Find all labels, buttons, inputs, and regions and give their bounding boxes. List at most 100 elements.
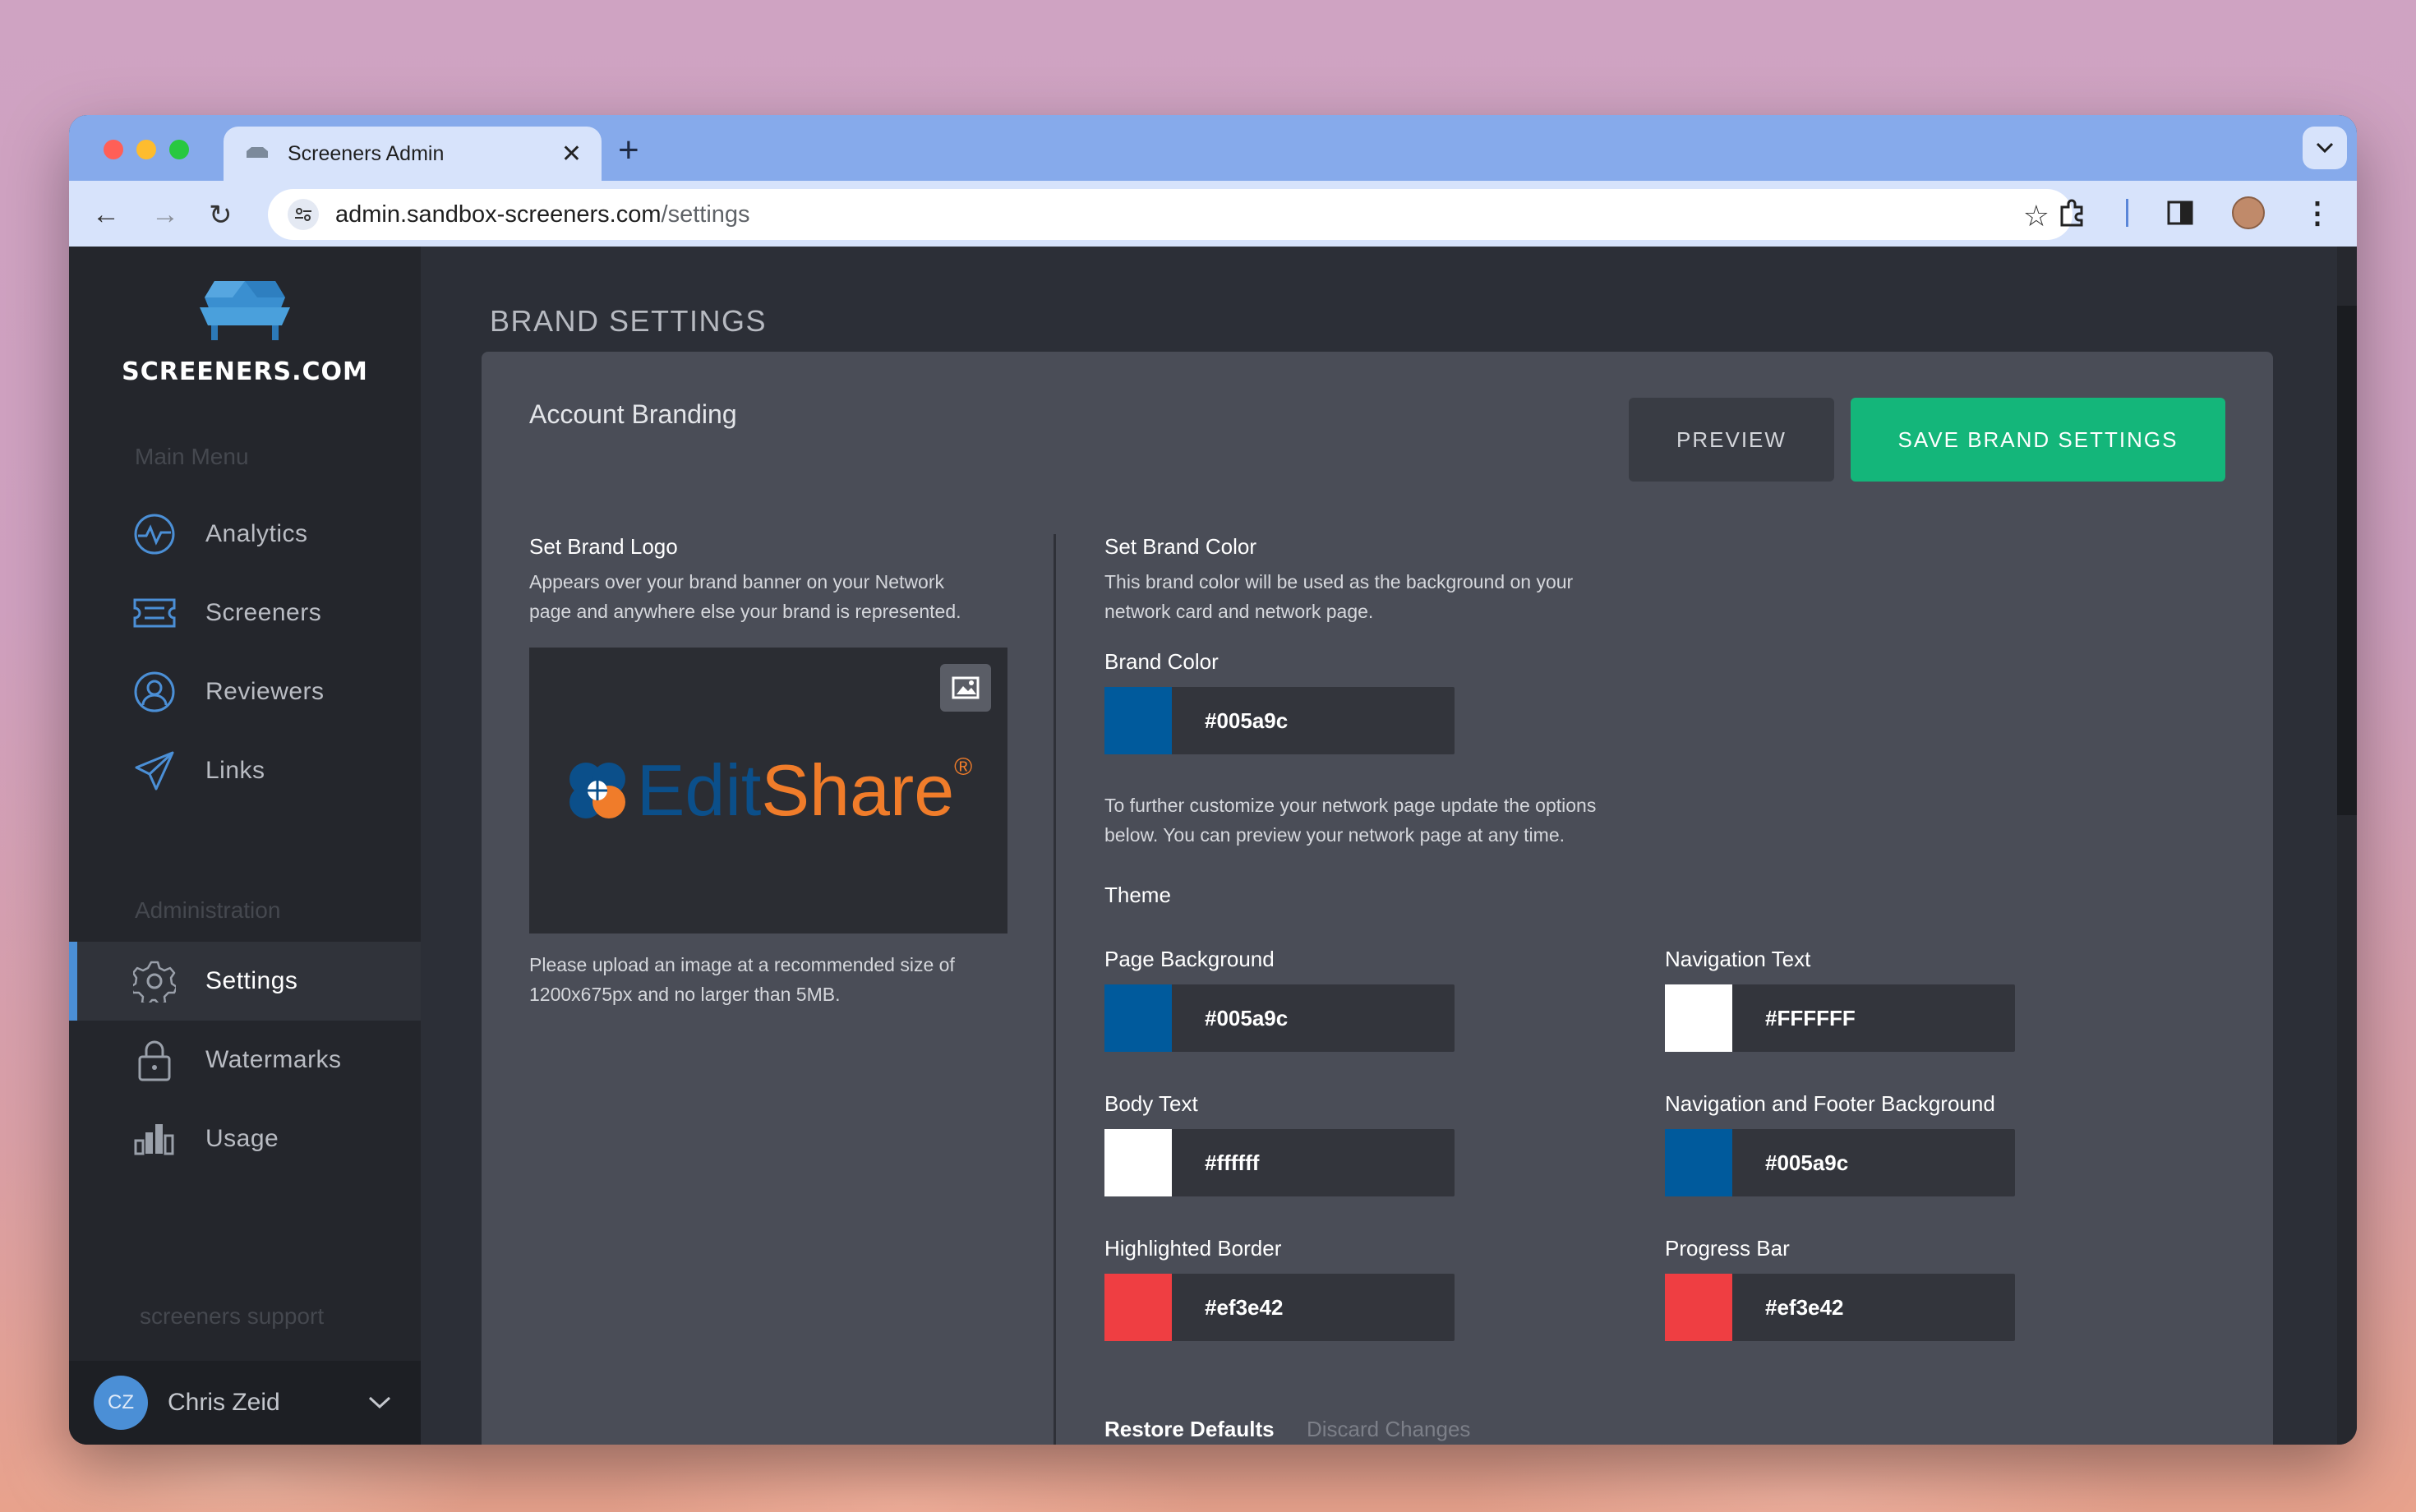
brand-color-swatch[interactable] — [1104, 687, 1172, 754]
sidebar-item-label: Screeners — [205, 599, 322, 626]
new-tab-button[interactable]: + — [618, 130, 639, 171]
description-line: below. You can preview your network page… — [1104, 824, 1565, 846]
brand-name: SCREENERS.COM — [122, 357, 368, 386]
chevron-down-icon[interactable] — [368, 1396, 391, 1409]
progress-bar-swatch[interactable] — [1665, 1274, 1732, 1341]
sidebar-item-label: Links — [205, 757, 265, 784]
url-path: /settings — [661, 201, 750, 228]
sidebar-item-label: Analytics — [205, 520, 308, 547]
highlighted-border-label: Highlighted Border — [1104, 1236, 1282, 1261]
bar-chart-icon — [133, 1118, 176, 1160]
progress-bar-value[interactable]: #ef3e42 — [1765, 1295, 1843, 1321]
maximize-window-button[interactable] — [169, 140, 189, 159]
nav-footer-bg-label: Navigation and Footer Background — [1665, 1091, 1995, 1116]
navigation-text-swatch[interactable] — [1665, 984, 1732, 1052]
upload-image-button[interactable] — [940, 664, 991, 712]
side-panel-icon[interactable] — [2166, 199, 2194, 227]
support-link[interactable]: screeners support — [140, 1303, 324, 1330]
browser-window: Screeners Admin ✕ + ← → ↻ admin.sandbox-… — [69, 115, 2357, 1445]
description-line: To further customize your network page u… — [1104, 795, 1597, 816]
page-background-value[interactable]: #005a9c — [1205, 1006, 1288, 1031]
sidebar-item-watermarks[interactable]: Watermarks — [69, 1021, 421, 1099]
address-bar[interactable]: admin.sandbox-screeners.com/settings ☆ — [268, 189, 2073, 240]
sofa-logo-icon — [200, 281, 290, 340]
sidebar-item-label: Watermarks — [205, 1046, 342, 1073]
preview-button[interactable]: PREVIEW — [1629, 398, 1834, 482]
editshare-logo: Edit Share ® — [565, 749, 972, 832]
gear-icon — [133, 960, 176, 1003]
body-text-field[interactable]: #ffffff — [1104, 1129, 1455, 1196]
navigation-text-value[interactable]: #FFFFFF — [1765, 1006, 1856, 1031]
note-line: Please upload an image at a recommended … — [529, 954, 955, 975]
body-text-value[interactable]: #ffffff — [1205, 1150, 1259, 1176]
editshare-mark-icon — [569, 763, 625, 818]
logo-word-share: Share — [761, 749, 955, 831]
sidebar-item-analytics[interactable]: Analytics — [69, 495, 421, 574]
highlighted-border-value[interactable]: #ef3e42 — [1205, 1295, 1283, 1321]
toolbar-divider — [2126, 199, 2128, 227]
page-background-swatch[interactable] — [1104, 984, 1172, 1052]
browser-menu-icon[interactable]: ⋮ — [2303, 196, 2332, 230]
reload-icon[interactable]: ↻ — [209, 199, 233, 232]
note-line: 1200x675px and no larger than 5MB. — [529, 984, 841, 1005]
lock-icon — [133, 1039, 176, 1081]
logo-preview: Edit Share ® — [529, 648, 1007, 933]
extensions-icon[interactable] — [2057, 197, 2088, 228]
sofa-favicon-icon — [247, 147, 268, 158]
tab-close-icon[interactable]: ✕ — [561, 140, 582, 168]
nav-footer-bg-swatch[interactable] — [1665, 1129, 1732, 1196]
forward-arrow-icon[interactable]: → — [151, 199, 179, 231]
restore-defaults-link[interactable]: Restore Defaults — [1104, 1417, 1275, 1442]
toolbar-actions: ⋮ — [2057, 196, 2332, 230]
navigation-text-field[interactable]: #FFFFFF — [1665, 984, 2015, 1052]
window-controls — [104, 140, 189, 159]
progress-bar-field[interactable]: #ef3e42 — [1665, 1274, 2015, 1341]
brand-logo-description: Appears over your brand banner on your N… — [529, 567, 961, 626]
brand-color-value[interactable]: #005a9c — [1205, 708, 1288, 734]
user-name: Chris Zeid — [168, 1389, 280, 1416]
scrollbar-thumb[interactable] — [2337, 306, 2357, 815]
sidebar-item-reviewers[interactable]: Reviewers — [69, 652, 421, 731]
discard-changes-link[interactable]: Discard Changes — [1307, 1417, 1470, 1442]
pulse-icon — [133, 513, 176, 555]
sidebar-item-links[interactable]: Links — [69, 731, 421, 810]
profile-avatar[interactable] — [2232, 196, 2265, 229]
brand-color-description: This brand color will be used as the bac… — [1104, 567, 1573, 626]
main-content: BRAND SETTINGS Account Branding PREVIEW … — [421, 247, 2357, 1445]
brand-color-field[interactable]: #005a9c — [1104, 687, 1455, 754]
bookmark-star-icon[interactable]: ☆ — [2023, 199, 2049, 233]
ticket-icon — [133, 592, 176, 634]
description-line: network card and network page. — [1104, 601, 1374, 622]
highlighted-border-field[interactable]: #ef3e42 — [1104, 1274, 1455, 1341]
brand-color-heading: Set Brand Color — [1104, 534, 1256, 559]
scrollbar[interactable] — [2337, 247, 2357, 1445]
minimize-window-button[interactable] — [136, 140, 156, 159]
tab-bar: Screeners Admin ✕ + — [69, 115, 2357, 181]
tab-search-button[interactable] — [2303, 127, 2347, 169]
tab-title: Screeners Admin — [288, 141, 445, 165]
url-host: admin.sandbox-screeners.com — [335, 201, 662, 228]
close-window-button[interactable] — [104, 140, 123, 159]
highlighted-border-swatch[interactable] — [1104, 1274, 1172, 1341]
sidebar-item-settings[interactable]: Settings — [69, 942, 421, 1021]
user-menu[interactable]: CZ Chris Zeid — [69, 1361, 421, 1445]
site-settings-icon[interactable] — [288, 199, 319, 230]
description-line: page and anywhere else your brand is rep… — [529, 601, 961, 622]
brand-logo[interactable]: SCREENERS.COM — [69, 279, 421, 386]
back-arrow-icon[interactable]: ← — [92, 199, 120, 231]
browser-toolbar: ← → ↻ admin.sandbox-screeners.com/settin… — [69, 181, 2357, 247]
browser-tab[interactable]: Screeners Admin ✕ — [224, 127, 602, 181]
nav-footer-bg-field[interactable]: #005a9c — [1665, 1129, 2015, 1196]
page-background-label: Page Background — [1104, 947, 1275, 971]
nav-footer-bg-value[interactable]: #005a9c — [1765, 1150, 1848, 1176]
sidebar-item-usage[interactable]: Usage — [69, 1099, 421, 1178]
administration-label: Administration — [135, 897, 281, 923]
save-brand-settings-button[interactable]: SAVE BRAND SETTINGS — [1851, 398, 2225, 482]
body-text-swatch[interactable] — [1104, 1129, 1172, 1196]
page-background-field[interactable]: #005a9c — [1104, 984, 1455, 1052]
sidebar-item-screeners[interactable]: Screeners — [69, 574, 421, 652]
logo-word-edit: Edit — [636, 749, 762, 831]
sidebar-item-label: Reviewers — [205, 678, 325, 705]
progress-bar-label: Progress Bar — [1665, 1236, 1790, 1261]
paper-plane-icon — [133, 749, 176, 792]
